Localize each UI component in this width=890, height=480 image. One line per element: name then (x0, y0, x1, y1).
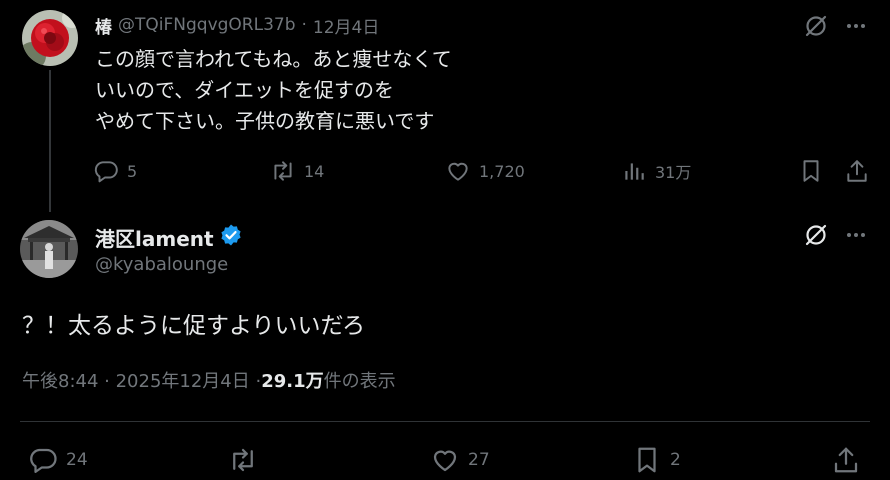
repost-count: 14 (304, 161, 325, 181)
thread-line (49, 70, 51, 212)
bookmark-icon[interactable] (798, 158, 824, 188)
reply-date[interactable]: 12月4日 (313, 13, 379, 38)
like-count: 1,720 (479, 161, 525, 181)
share-icon[interactable] (844, 158, 870, 188)
main-handle[interactable]: @kyabalounge (95, 254, 228, 275)
share-icon[interactable] (831, 445, 861, 479)
tweet-page: 椿 @TQiFNgqvgORL37b · 12月4日 この顔で言われてもね。あと… (0, 0, 890, 480)
grok-icon[interactable] (803, 222, 829, 252)
views-count: 31万 (655, 163, 692, 182)
reply-text-line: いいので、ダイエットを促すのを (95, 78, 394, 102)
reply-icon (30, 448, 57, 473)
reply-count: 5 (127, 161, 138, 181)
main-header: 港区lament (95, 223, 243, 251)
main-avatar[interactable] (20, 220, 78, 278)
reply-like-button[interactable]: 1,720 (445, 158, 525, 184)
heart-icon (433, 450, 457, 472)
views-total[interactable]: 29.1万 (261, 367, 323, 393)
reply-repost-button[interactable]: 14 (270, 158, 324, 184)
bookmark-icon (638, 447, 656, 473)
heart-icon (448, 162, 468, 181)
tweet-meta: 午後8:44 · 2025年12月4日 · 29.1万 件の表示 (22, 367, 396, 393)
reply-text-line: この顔で言われてもね。あと痩せなくて (95, 47, 452, 71)
repost-icon (274, 161, 292, 181)
reply-icon (94, 161, 118, 183)
reply-count: 24 (66, 450, 88, 470)
like-count: 27 (468, 450, 490, 470)
reply-separator: · (301, 15, 307, 35)
main-bookmark-button[interactable]: 2 (632, 445, 681, 475)
reply-text: この顔で言われてもね。あと痩せなくて いいので、ダイエットを促すのを やめて下さ… (95, 44, 452, 137)
verified-badge-icon (219, 223, 243, 251)
main-tweet-text: ？！太るように促すよりいいだろ (22, 313, 366, 339)
views-label: 件の表示 (323, 371, 396, 392)
reply-reply-button[interactable]: 5 (93, 158, 137, 184)
divider (20, 421, 870, 422)
main-reply-button[interactable]: 24 (28, 445, 88, 475)
main-repost-button[interactable] (227, 445, 259, 475)
reply-header: 椿 @TQiFNgqvgORL37b · 12月4日 (95, 12, 379, 38)
reply-avatar[interactable] (22, 10, 78, 66)
bookmark-count: 2 (670, 450, 681, 470)
grok-icon[interactable] (803, 13, 829, 43)
reply-handle[interactable]: @TQiFNgqvgORL37b (118, 15, 296, 35)
repost-icon (233, 448, 253, 472)
more-icon[interactable] (845, 15, 867, 41)
main-like-button[interactable]: 27 (430, 445, 490, 475)
reply-views-button[interactable]: 31万 (621, 158, 691, 184)
reply-text-line: やめて下さい。子供の教育に悪いです (95, 109, 435, 133)
views-icon (625, 163, 644, 180)
tweet-timestamp[interactable]: 午後8:44 · 2025年12月4日 · (22, 367, 261, 393)
reply-display-name[interactable]: 椿 (95, 13, 112, 38)
more-icon[interactable] (845, 224, 867, 250)
main-display-name[interactable]: 港区lament (95, 223, 214, 252)
